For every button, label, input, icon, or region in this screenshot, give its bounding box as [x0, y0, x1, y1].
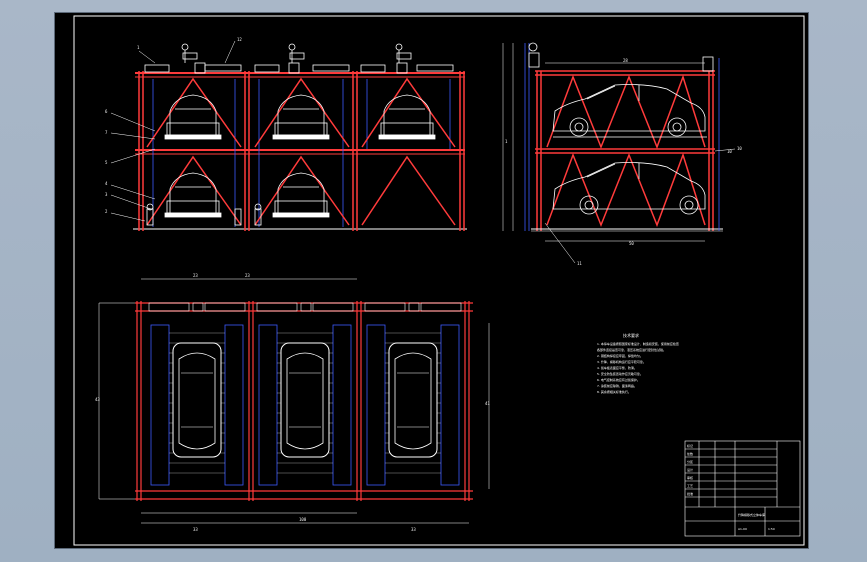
- plan-dim-bay-a: 23: [193, 273, 198, 278]
- plan-hoists: [148, 302, 462, 312]
- side-dim-height: 1: [505, 139, 508, 144]
- front-elevation-view: 6 7 5 4 3 2 1 12: [105, 37, 467, 231]
- title-row-label: 批准: [687, 491, 693, 496]
- plan-dim-left-height: 43: [95, 397, 100, 402]
- title-row-label: 标记: [687, 443, 693, 448]
- tech-notes-title: 技术要求: [623, 332, 639, 338]
- tech-note-line: 3. 升降、横移机构运行应平稳可靠。: [597, 359, 646, 364]
- title-row-label: 审核: [687, 475, 693, 480]
- tech-note-line: 2. 钢结构焊接应牢固，焊缝均匀。: [597, 353, 643, 358]
- callout-label-6: 6: [105, 109, 108, 114]
- tech-note-line: 1. 本停车设备按照国家标准设计、制造和安装，使用前应检查: [597, 341, 679, 346]
- plan-view: 23 23 100 33 33 43 41: [95, 273, 490, 532]
- drawing-sheet: 6 7 5 4 3 2 1 12 28 1 50 10 11 10 23 23 …: [55, 13, 808, 548]
- tech-note-line: 7. 涂装前应除锈，面漆两遍。: [597, 383, 637, 388]
- side-dimensions: [502, 43, 705, 242]
- plan-dim-total: 100: [299, 517, 307, 522]
- tech-note-line: 8. 其余按相关标准执行。: [597, 389, 631, 394]
- side-dim-width: 28: [623, 58, 628, 63]
- side-dim-overall: 50: [629, 241, 634, 246]
- side-elevation-view: 28 1 50 10 11 10: [502, 42, 742, 266]
- plan-dim-seg-left: 33: [193, 527, 198, 532]
- top-hoist-units: [144, 43, 454, 74]
- title-row-label: 分区: [687, 459, 693, 464]
- side-hoist: [528, 42, 714, 72]
- technical-notes: 技术要求 1. 本停车设备按照国家标准设计、制造和安装，使用前应检查 各部件连接…: [597, 332, 679, 394]
- callout-label-5: 5: [105, 160, 108, 165]
- side-callout-11: 11: [577, 261, 582, 266]
- callout-label-3: 3: [105, 192, 108, 197]
- callout-label-2: 2: [105, 209, 108, 214]
- title-row-label: 设计: [687, 467, 693, 472]
- plan-dim-bay-b: 23: [245, 273, 250, 278]
- drawing-border: [73, 15, 805, 546]
- drawing-name: 升降横移式立体车库: [738, 512, 765, 517]
- callout-label-7: 7: [105, 130, 108, 135]
- title-block-rows: 标记 处数 分区 设计 审核 工艺 批准 升降横移式立体车库 1:50 A1-0…: [687, 443, 775, 531]
- tech-note-line: 4. 载车板表面应平整，防滑。: [597, 365, 637, 370]
- callout-label-4: 4: [105, 181, 108, 186]
- tech-note-line: 5. 安全防坠装置动作应灵敏可靠。: [597, 371, 643, 376]
- drawing-sheet-number: A1-00: [738, 527, 747, 531]
- car-rear-1: [164, 94, 222, 140]
- callout-label-12: 12: [237, 37, 242, 42]
- side-callout-10: 10: [737, 146, 742, 151]
- title-row-label: 工艺: [687, 483, 693, 488]
- front-hidden-guides: [152, 79, 451, 227]
- upper-car-rear-views: [164, 94, 436, 140]
- plan-dim-seg-mid: 33: [411, 527, 416, 532]
- plan-bay-1: [150, 324, 244, 486]
- drawing-scale: 1:50: [768, 527, 775, 531]
- tech-note-line: 6. 电气控制系统应有过载保护。: [597, 377, 640, 382]
- plan-pallets: [150, 324, 460, 486]
- car-rear-2: [272, 94, 330, 140]
- lower-car-rear-views: [164, 172, 330, 218]
- car-rear-4: [164, 172, 222, 218]
- title-row-label: 处数: [687, 451, 693, 456]
- car-rear-5: [272, 172, 330, 218]
- side-frame: [535, 70, 715, 231]
- callout-label-1: 1: [137, 45, 140, 50]
- plan-bay-2: [258, 324, 352, 486]
- tech-note-line: 各部件连接是否可靠，液压系统应进行密封性试验。: [597, 347, 666, 352]
- plan-bay-3: [366, 324, 460, 486]
- car-rear-3: [378, 94, 436, 140]
- side-car-lower: [552, 162, 706, 215]
- cad-drawing: 6 7 5 4 3 2 1 12 28 1 50 10 11 10 23 23 …: [73, 15, 805, 546]
- plan-dim-right-height: 41: [485, 401, 490, 406]
- side-car-upper: [552, 84, 707, 138]
- title-block: [684, 440, 801, 537]
